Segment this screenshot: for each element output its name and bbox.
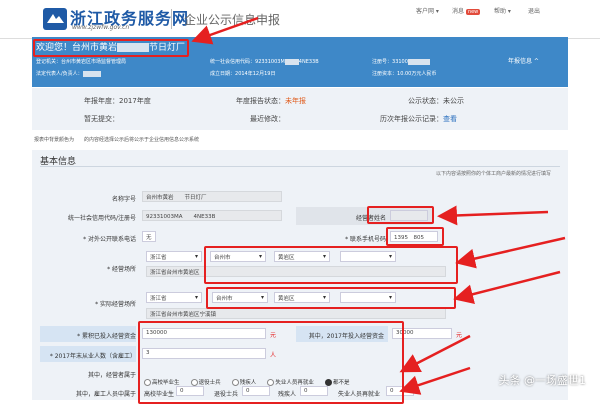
redaction-mask bbox=[284, 58, 299, 65]
name-field: 台州市黄岩 节日灯厂 bbox=[142, 191, 282, 202]
reg-org: 登记机关：台州市黄岩区市场监督管理局 bbox=[36, 59, 127, 65]
legal-rep: 法定代表人/负责人： bbox=[36, 70, 101, 77]
employees-label: * 2017年末从业人数（含雇工） bbox=[49, 353, 136, 360]
reg-no: 注册号：33100 bbox=[372, 58, 430, 65]
messages-link[interactable]: 消息 new bbox=[452, 6, 481, 15]
public-phone-field[interactable]: 无 bbox=[142, 231, 156, 242]
annotation-box bbox=[386, 227, 444, 246]
section-hint: 以下内容请按照你的个体工商户最新的情况进行填写 bbox=[436, 171, 552, 177]
logo-icon bbox=[43, 8, 67, 30]
actual-address-full-field: 浙江省台州市黄岩区宁溪镇 bbox=[146, 308, 446, 319]
credit-label: 统一社会信用代码/注册号 bbox=[67, 215, 136, 222]
actual-address-label: * 实际经营场所 bbox=[95, 301, 136, 308]
credit-code: 统一社会信用代码：92331003M 4NE33B bbox=[210, 58, 319, 65]
annotation-box bbox=[138, 321, 404, 404]
credit-field: 92331003MA 4NE33B bbox=[142, 210, 282, 221]
report-year: 年报年度：2017年度 bbox=[84, 97, 151, 105]
operator-type-label: 其中，经营者属于 bbox=[87, 372, 136, 379]
annotation-box bbox=[206, 287, 456, 309]
redaction-mask bbox=[407, 58, 430, 65]
system-title: 企业公示信息申报 bbox=[184, 13, 281, 27]
phone-label: * 联系手机号码 bbox=[345, 236, 386, 243]
new-badge: new bbox=[465, 9, 481, 15]
annotation-box bbox=[33, 39, 189, 57]
submit-info: 暂无提交： bbox=[84, 115, 119, 123]
province-select[interactable]: 浙江省 bbox=[146, 251, 202, 262]
brand-url: www.zjzwfw.gov.cn bbox=[72, 24, 130, 31]
notice-text: 报表中背景颜色为 的内容经选择公示后将公示于企业信用信息公示系统 bbox=[34, 137, 200, 143]
history-records: 历次年报公示记录：查看 bbox=[380, 115, 457, 123]
watermark: 头条 @一场盛世1 bbox=[498, 374, 587, 387]
help-menu[interactable]: 帮助 ▾ bbox=[494, 6, 511, 15]
divider bbox=[171, 9, 172, 29]
est-date: 成立日期：2014年12月19日 bbox=[210, 71, 276, 77]
last-modified: 最近修改： bbox=[250, 115, 285, 123]
messages-label: 消息 bbox=[452, 8, 465, 15]
capital: 注册资本：10.00万元人民币 bbox=[372, 71, 437, 77]
redaction-mask bbox=[82, 70, 101, 77]
annual-report-link[interactable]: 年报信息 ^ bbox=[508, 56, 539, 65]
hired-label: 其中，雇工人员中属于 bbox=[75, 391, 136, 398]
actual-province-select[interactable]: 浙江省 bbox=[146, 292, 202, 303]
user-menu[interactable]: 客户网 ▾ bbox=[416, 6, 439, 15]
history-view-link[interactable]: 查看 bbox=[443, 115, 457, 123]
annotation-box bbox=[367, 206, 434, 224]
public-phone-label: * 对外公开联系电话 bbox=[83, 236, 136, 243]
address-label: * 经营场所 bbox=[107, 266, 136, 273]
exit-link[interactable]: 退出 bbox=[528, 6, 540, 15]
publish-status: 公示状态：未公示 bbox=[408, 97, 464, 105]
annotation-box bbox=[204, 246, 458, 284]
name-label: 名称字号 bbox=[111, 196, 136, 203]
cumulative-label: * 累积已投入经营资金 bbox=[77, 333, 136, 340]
report-status: 年度报告状态：未年报 bbox=[236, 97, 306, 105]
invest-unit: 元 bbox=[456, 332, 463, 339]
section-divider bbox=[40, 166, 560, 167]
